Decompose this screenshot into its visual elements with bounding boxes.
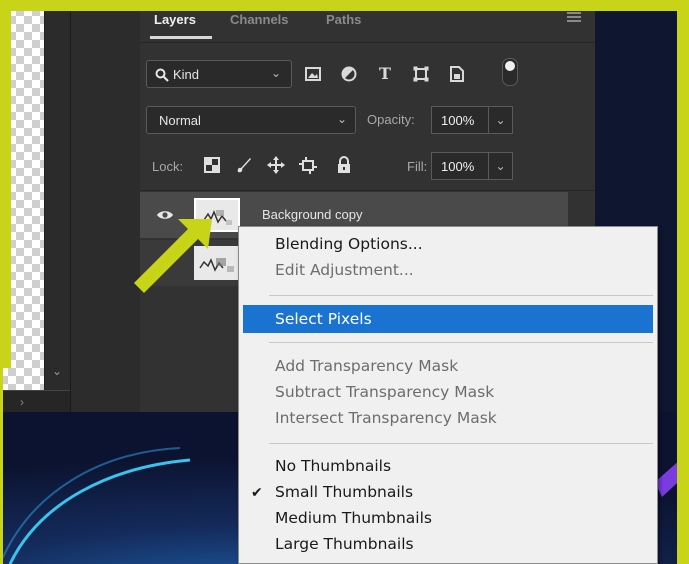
image-filter-icon[interactable] <box>302 62 324 86</box>
lock-transparent-pixels-icon[interactable] <box>200 152 224 178</box>
menu-separator <box>269 295 653 296</box>
canvas-vertical-scrollbar[interactable] <box>44 0 71 390</box>
annotation-frame-top <box>0 0 689 11</box>
chevron-down-icon[interactable]: ⌄ <box>489 152 513 180</box>
menu-separator <box>269 443 653 444</box>
layer-context-menu: Blending Options... Edit Adjustment... S… <box>238 226 658 564</box>
annotation-frame-right <box>677 0 689 564</box>
menu-item-large-thumbnails[interactable]: Large Thumbnails <box>275 535 414 553</box>
menu-item-blending-options[interactable]: Blending Options... <box>275 235 423 253</box>
chevron-down-icon: ⌄ <box>270 66 281 80</box>
search-icon <box>155 68 169 82</box>
type-filter-icon[interactable]: T <box>374 62 396 86</box>
menu-item-no-thumbnails[interactable]: No Thumbnails <box>275 457 391 475</box>
tab-paths[interactable]: Paths <box>326 12 361 27</box>
checkmark-icon: ✔ <box>251 485 263 501</box>
layer-name[interactable]: Background copy <box>262 207 362 222</box>
chevron-down-icon: ⌄ <box>336 112 347 126</box>
menu-item-small-thumbnails[interactable]: Small Thumbnails <box>275 483 413 501</box>
menu-item-medium-thumbnails[interactable]: Medium Thumbnails <box>275 509 432 527</box>
annotation-frame-notch <box>3 366 11 368</box>
annotation-frame-left-lower <box>0 366 3 564</box>
menu-item-edit-adjustment[interactable]: Edit Adjustment... <box>275 261 414 279</box>
menu-item-subtract-transparency-mask[interactable]: Subtract Transparency Mask <box>275 383 494 401</box>
fill-label: Fill: <box>407 159 428 174</box>
menu-item-select-pixels[interactable]: Select Pixels <box>275 310 372 328</box>
lock-all-icon[interactable] <box>332 152 356 178</box>
tab-channels[interactable]: Channels <box>230 12 289 27</box>
chevron-right-icon[interactable]: › <box>20 395 24 409</box>
blend-mode-select[interactable]: Normal ⌄ <box>146 106 356 134</box>
chevron-down-icon[interactable]: ⌄ <box>52 364 62 378</box>
tab-layers[interactable]: Layers <box>154 12 196 27</box>
lock-artboard-icon[interactable] <box>296 152 320 178</box>
chevron-down-icon[interactable]: ⌄ <box>489 106 513 134</box>
lock-position-icon[interactable] <box>264 152 288 178</box>
kind-filter-label: Kind <box>173 67 200 82</box>
opacity-label: Opacity: <box>367 112 415 127</box>
annotation-arrow <box>134 219 212 293</box>
lock-label: Lock: <box>152 159 184 174</box>
menu-item-add-transparency-mask[interactable]: Add Transparency Mask <box>275 357 458 375</box>
menu-separator <box>269 342 653 343</box>
lock-image-pixels-icon[interactable] <box>232 152 256 178</box>
smart-object-filter-icon[interactable] <box>446 62 468 86</box>
active-tab-indicator <box>150 36 212 39</box>
filter-toggle-icon[interactable] <box>502 58 518 86</box>
opacity-field[interactable]: 100% <box>431 106 489 134</box>
canvas-horizontal-scrollbar[interactable] <box>0 390 76 413</box>
adjustment-filter-icon[interactable] <box>338 62 360 86</box>
panel-menu-icon[interactable] <box>567 12 581 22</box>
blend-mode-value: Normal <box>159 113 201 128</box>
shape-filter-icon[interactable] <box>410 62 432 86</box>
annotation-frame-left <box>0 0 11 366</box>
menu-item-intersect-transparency-mask[interactable]: Intersect Transparency Mask <box>275 409 497 427</box>
fill-field[interactable]: 100% <box>431 152 489 180</box>
divider <box>140 190 595 191</box>
kind-filter-select[interactable]: Kind ⌄ <box>146 60 292 88</box>
